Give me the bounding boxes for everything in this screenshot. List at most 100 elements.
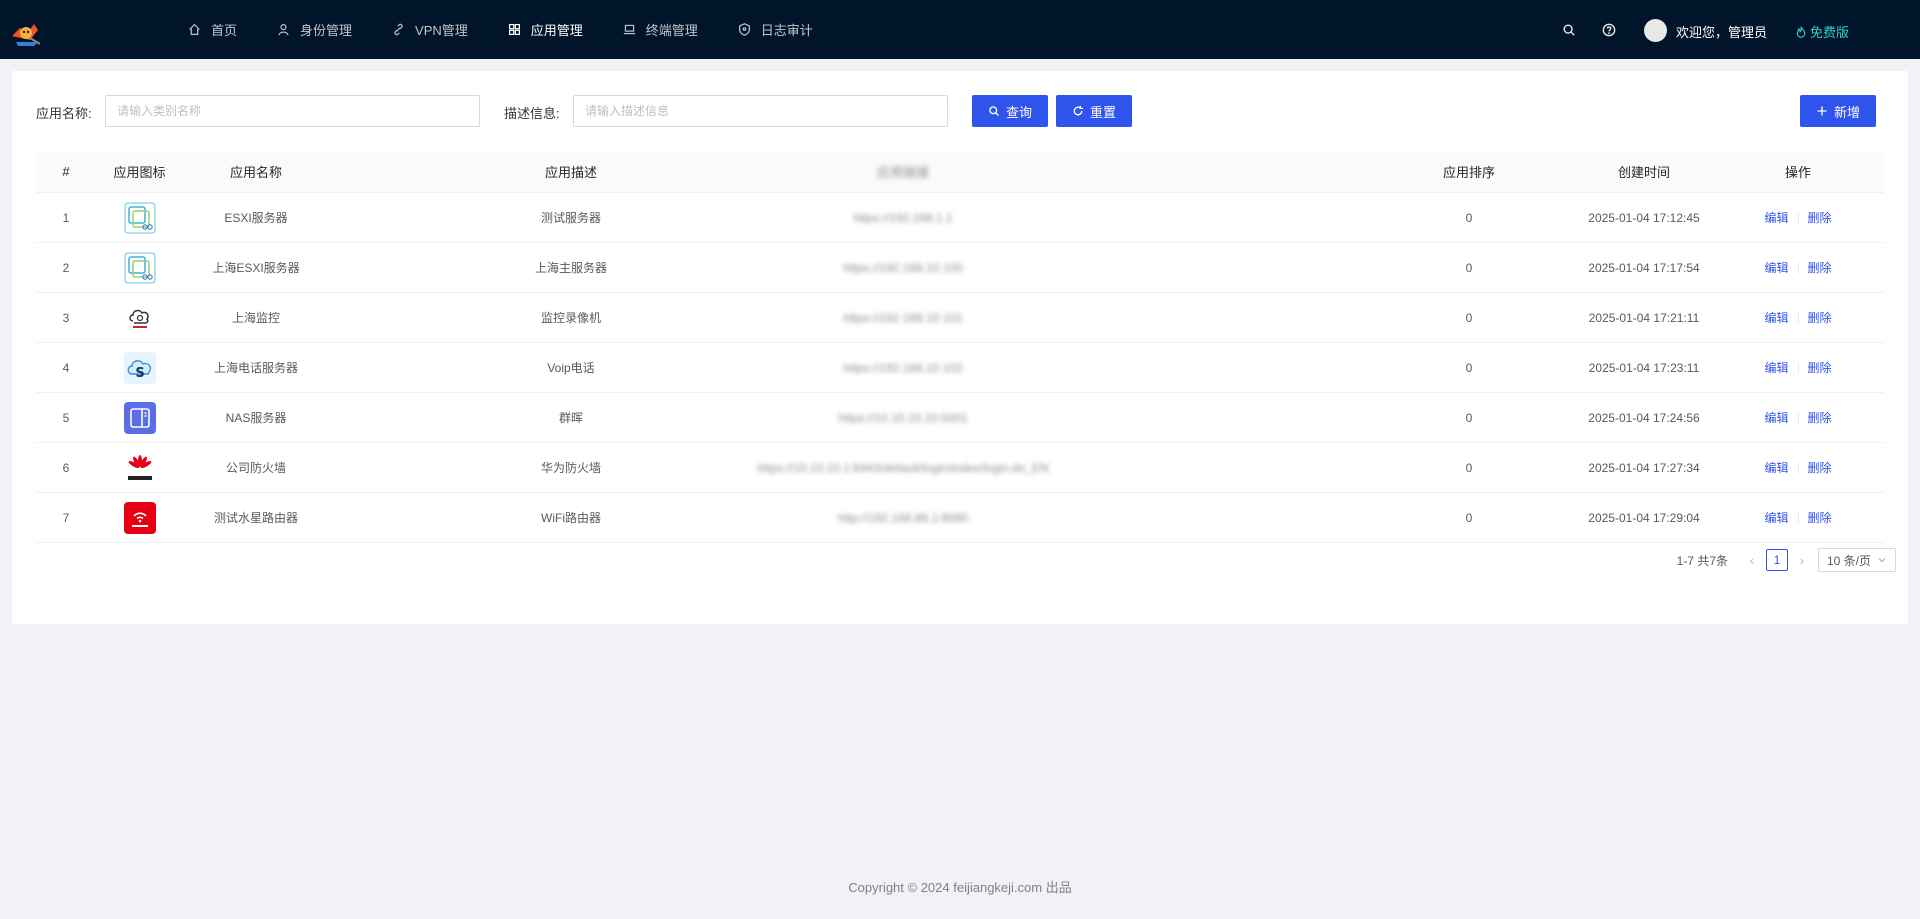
query-button[interactable]: 查询 (972, 95, 1048, 127)
row-index: 4 (62, 360, 70, 375)
refresh-icon (1073, 105, 1083, 116)
nav-item-label: 日志审计 (760, 23, 813, 38)
add-button[interactable]: 新增 (1800, 95, 1876, 127)
delete-button[interactable]: 删除 (1808, 209, 1832, 226)
nav-item-home[interactable]: 首页 (188, 0, 237, 59)
row-app-name: ESXI服务器 (224, 211, 288, 225)
add-button-label: 新增 (1833, 104, 1860, 120)
edit-button[interactable]: 编辑 (1764, 209, 1788, 226)
name-filter-label: 应用名称: (36, 106, 92, 121)
divider (1797, 361, 1799, 374)
router-icon (123, 501, 156, 534)
esxi-icon (124, 202, 156, 234)
table-row: 1 ESXI服务器 测试服务器 https://192.168.1.1 0 20… (36, 193, 1884, 243)
welcome-text[interactable]: 欢迎您，管理员 (1676, 22, 1767, 41)
app-name-input[interactable] (105, 95, 480, 127)
voip-cloud-icon: S (123, 351, 156, 384)
row-app-name: 测试水星路由器 (213, 511, 298, 525)
row-app-name: 公司防火墙 (225, 461, 286, 475)
delete-button[interactable]: 删除 (1808, 509, 1832, 526)
delete-button[interactable]: 删除 (1808, 259, 1832, 276)
delete-button[interactable]: 删除 (1808, 309, 1832, 326)
table-row: 3 上海监控 监控录像机 https://192.168.10.101 0 20… (36, 293, 1884, 343)
nav-item-identity[interactable]: 身份管理 (277, 0, 352, 59)
row-app-url: https://192.168.10.101 (843, 310, 963, 325)
reset-button[interactable]: 重置 (1056, 95, 1132, 127)
row-created-time: 2025-01-04 17:21:11 (1588, 310, 1700, 325)
nav-item-terminal[interactable]: 终端管理 (623, 0, 698, 59)
divider (1797, 511, 1799, 524)
help-icon[interactable] (1602, 23, 1616, 37)
plan-label: 免费版 (1810, 25, 1850, 40)
row-created-time: 2025-01-04 17:12:45 (1588, 210, 1700, 225)
home-icon (189, 23, 200, 35)
flame-icon (1796, 25, 1806, 38)
link-icon (394, 23, 403, 36)
row-app-name: NAS服务器 (225, 411, 287, 425)
row-app-desc: Voip电话 (547, 361, 595, 375)
main-nav: 首页 身份管理 VPN管理 应用管理 终端管理 日志审计 (188, 0, 853, 59)
row-index: 7 (62, 510, 70, 525)
reset-button-label: 重置 (1089, 104, 1116, 120)
row-app-sort: 0 (1465, 510, 1473, 525)
search-icon[interactable] (1562, 23, 1576, 37)
divider (1797, 411, 1799, 424)
page-size-select[interactable]: 10 条/页 (1818, 548, 1896, 572)
row-app-desc: 上海主服务器 (534, 261, 607, 275)
desc-filter-label: 描述信息: (504, 106, 560, 121)
row-app-sort: 0 (1465, 260, 1473, 275)
search-icon (989, 106, 999, 116)
nav-item-vpn[interactable]: VPN管理 (392, 0, 468, 59)
row-app-url: https://10.10.10.10:5001 (838, 410, 968, 425)
row-app-sort: 0 (1465, 410, 1473, 425)
edit-button[interactable]: 编辑 (1764, 259, 1788, 276)
edit-button[interactable]: 编辑 (1764, 459, 1788, 476)
column-header-created: 创建时间 (1617, 165, 1670, 180)
page-number[interactable]: 1 (1766, 549, 1788, 571)
nav-item-apps[interactable]: 应用管理 (508, 0, 583, 59)
apps-table: # 应用图标 应用名称 应用描述 应用链接 应用排序 创建时间 操作 1 ESX… (36, 151, 1884, 543)
table-row: 6 公司防火墙 华为防火墙 https://10.10.10.1:8443/de… (36, 443, 1884, 493)
edit-button[interactable]: 编辑 (1764, 409, 1788, 426)
nav-item-audit[interactable]: 日志审计 (738, 0, 813, 59)
footer-copyright: Copyright © 2024 feijiangkeji.com 出品 (848, 880, 1072, 895)
query-button-label: 查询 (1005, 104, 1032, 120)
delete-button[interactable]: 删除 (1808, 459, 1832, 476)
edit-button[interactable]: 编辑 (1764, 359, 1788, 376)
row-app-url: https://10.10.10.1:8443/default/login/in… (757, 460, 1049, 475)
table-row: 2 上海ESXI服务器 上海主服务器 https://192.168.10.10… (36, 243, 1884, 293)
prev-page-icon[interactable]: ‹ (1742, 552, 1762, 568)
row-created-time: 2025-01-04 17:17:54 (1588, 260, 1700, 275)
row-index: 6 (62, 460, 70, 475)
nav-item-label: VPN管理 (415, 23, 468, 38)
delete-button[interactable]: 删除 (1808, 409, 1832, 426)
row-created-time: 2025-01-04 17:27:34 (1588, 460, 1700, 475)
row-app-sort: 0 (1465, 210, 1473, 225)
row-index: 2 (62, 260, 70, 275)
edit-button[interactable]: 编辑 (1764, 509, 1788, 526)
plan-badge[interactable]: 免费版 (1795, 22, 1849, 41)
description-input[interactable] (573, 95, 948, 127)
table-row: 5 NAS服务器 群晖 https://10.10.10.10:5001 0 2… (36, 393, 1884, 443)
table-row: 7 测试水星路由器 WiFi路由器 http://192.168.88.1:80… (36, 493, 1884, 543)
nas-icon (123, 401, 156, 434)
user-icon (278, 24, 289, 36)
row-app-desc: WiFi路由器 (541, 511, 601, 525)
column-header-index: # (62, 164, 70, 179)
next-page-icon[interactable]: › (1792, 552, 1812, 568)
app-logo[interactable] (8, 18, 44, 50)
app-management-card: 应用名称: 描述信息: 查询 重置 新增 # 应用图标 应用名称 应用描述 应用… (12, 71, 1908, 624)
row-app-desc: 群晖 (558, 411, 583, 425)
nav-item-label: 首页 (211, 23, 238, 38)
row-app-name: 上海ESXI服务器 (212, 261, 300, 275)
row-app-desc: 测试服务器 (540, 211, 601, 225)
divider (1797, 461, 1799, 474)
row-created-time: 2025-01-04 17:23:11 (1588, 360, 1700, 375)
delete-button[interactable]: 删除 (1808, 359, 1832, 376)
row-created-time: 2025-01-04 17:29:04 (1588, 510, 1700, 525)
esxi-icon (124, 252, 156, 284)
edit-button[interactable]: 编辑 (1764, 309, 1788, 326)
avatar[interactable] (1644, 19, 1667, 42)
divider (1797, 211, 1799, 224)
column-header-url: 应用链接 (876, 165, 929, 180)
